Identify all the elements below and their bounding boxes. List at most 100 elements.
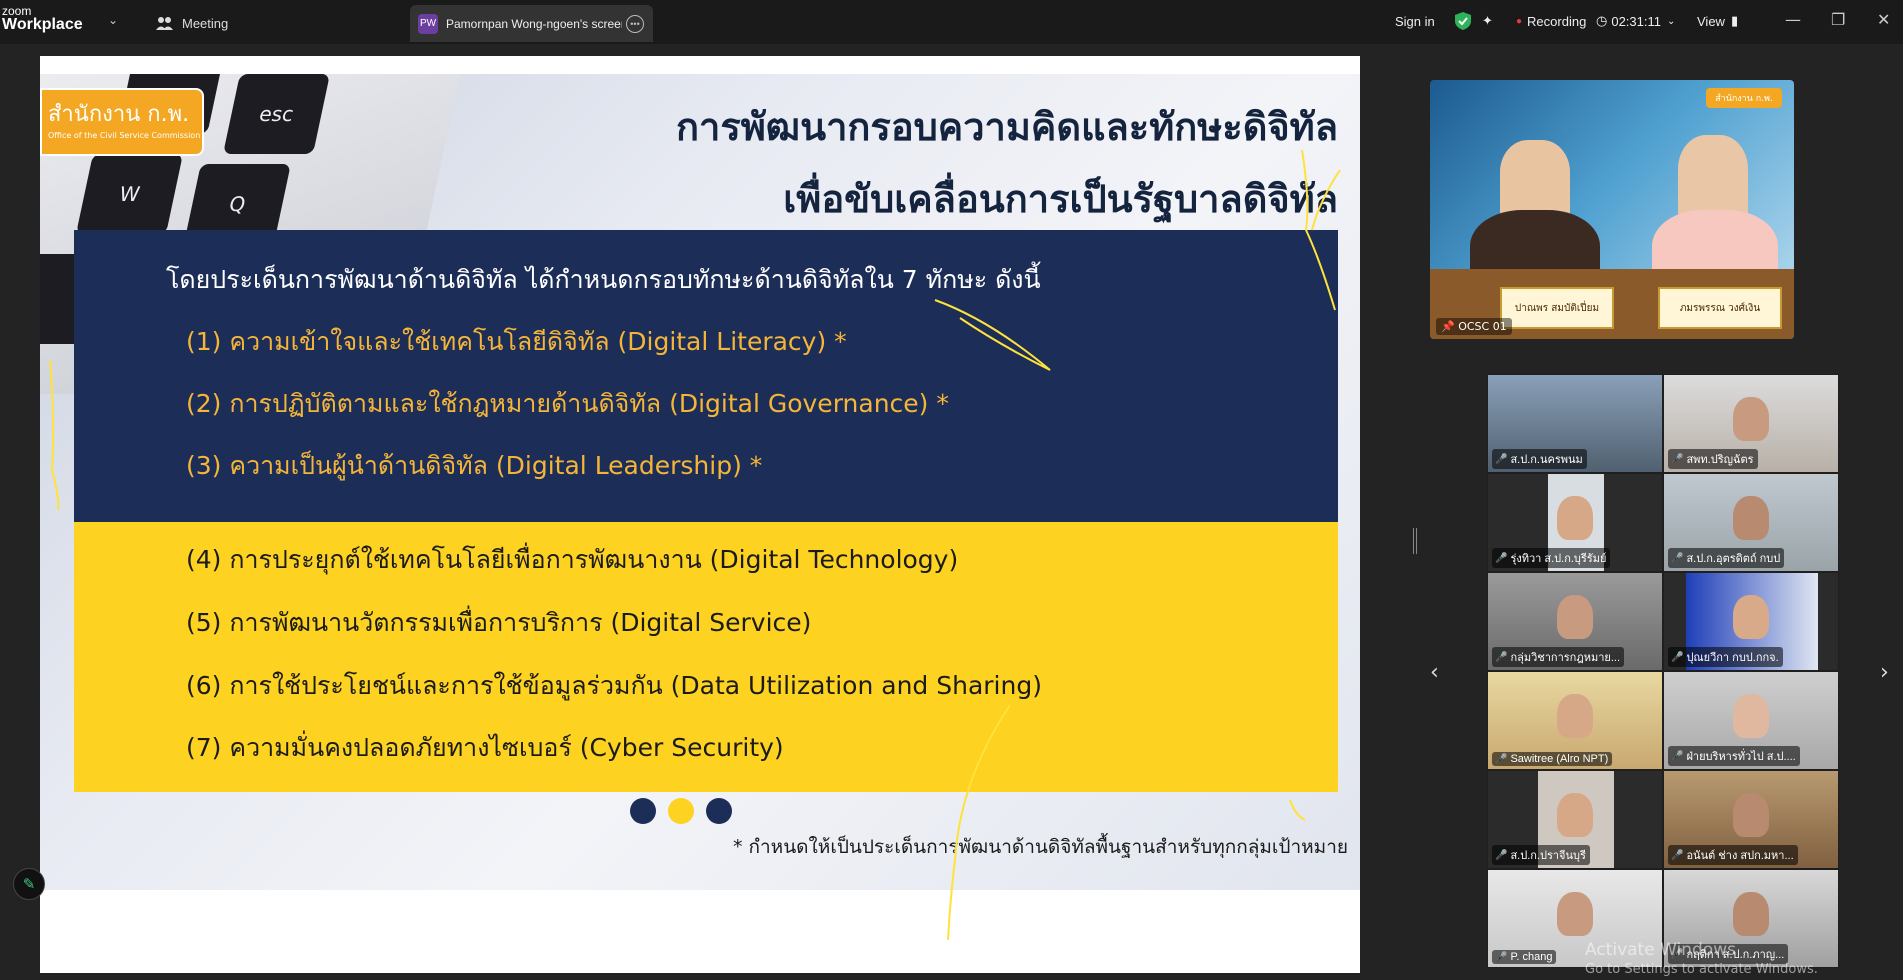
close-icon[interactable]: ✕ bbox=[1877, 10, 1890, 29]
pin-icon: 📌 bbox=[1441, 320, 1455, 333]
participant-tile[interactable]: 🎤 Sawitree (Alro NPT) bbox=[1487, 671, 1663, 770]
participant-name-label: 🎤 ฝ่ายบริหารทั่วไป ส.ป.... bbox=[1668, 746, 1800, 766]
participant-name: P. chang bbox=[1510, 951, 1553, 963]
top-bar: zoom Workplace ⌄ Meeting PW Pamornpan Wo… bbox=[0, 0, 1903, 44]
meeting-timer[interactable]: ◷ 02:31:11 ⌄ bbox=[1596, 10, 1675, 32]
participant-face bbox=[1733, 496, 1769, 540]
sign-in-label: Sign in bbox=[1395, 13, 1435, 29]
mic-muted-icon: 🎤 bbox=[1671, 552, 1684, 564]
shared-screen[interactable]: ! esc W Q dot สำนักงาน ก.พ. Office of th… bbox=[40, 56, 1360, 973]
more-options-icon[interactable]: ••• bbox=[626, 14, 644, 33]
slide-footnote: * กำหนดให้เป็นประเด็นการพัฒนาด้านดิจิทัล… bbox=[732, 836, 1348, 858]
activate-windows-title: Activate Windows bbox=[1585, 940, 1736, 960]
tab-meeting[interactable]: Meeting bbox=[156, 12, 228, 34]
participant-name-label: 🎤 ส.ป.ก.นครพนม bbox=[1492, 449, 1587, 469]
decorative-dot bbox=[630, 798, 656, 824]
mic-muted-icon: 🎤 bbox=[1495, 453, 1508, 465]
participant-face bbox=[1733, 793, 1769, 837]
mic-muted-icon: 🎤 bbox=[1495, 753, 1508, 765]
participant-tile[interactable]: 🎤 ปุณยวีกา กบป.กกจ. bbox=[1663, 572, 1839, 671]
nameplate-right: ภมรพรรณ วงศ์เงิน bbox=[1658, 287, 1782, 329]
participant-face bbox=[1557, 694, 1593, 738]
participant-tile[interactable]: 🎤 ฝ่ายบริหารทั่วไป ส.ป.... bbox=[1663, 671, 1839, 770]
participant-face bbox=[1557, 496, 1593, 540]
skill-item-3: (3) ความเป็นผู้นำด้านดิจิทัล (Digital Le… bbox=[186, 451, 763, 480]
video-logo: สำนักงาน ก.พ. bbox=[1706, 88, 1782, 108]
participant-name-label: 🎤 อนันต์ ช่าง สปก.มหา... bbox=[1668, 845, 1798, 865]
tab-meeting-label: Meeting bbox=[182, 15, 229, 31]
participant-name-label: 🎤 สพท.ปริญฉัตร bbox=[1668, 449, 1758, 469]
sparkle-icon[interactable]: ✦ bbox=[1482, 10, 1493, 32]
speaker-face bbox=[1678, 135, 1748, 220]
participant-name-label: 🎤 ส.ป.ก.ปราจีนบุรี bbox=[1492, 845, 1590, 865]
recording-dot-icon: ● bbox=[1516, 15, 1523, 27]
ocsc-logo-text: สำนักงาน ก.พ. bbox=[48, 102, 190, 127]
skill-item-1: (1) ความเข้าใจและใช้เทคโนโลยีดิจิทัล (Di… bbox=[186, 327, 847, 356]
decorative-dot bbox=[668, 798, 694, 824]
participant-name-label: 🎤 กลุ่มวิชาการกฎหมาย... bbox=[1492, 647, 1625, 667]
ocsc-logo: สำนักงาน ก.พ. Office of the Civil Servic… bbox=[40, 88, 204, 156]
mic-muted-icon: 🎤 bbox=[1495, 849, 1508, 861]
recording-label: Recording bbox=[1527, 13, 1587, 29]
participant-name: กลุ่มวิชาการกฎหมาย... bbox=[1510, 652, 1621, 664]
chevron-down-icon[interactable]: ⌄ bbox=[108, 13, 118, 27]
participant-name-label: 🎤 P. chang bbox=[1492, 950, 1557, 964]
zoom-logo[interactable]: zoom Workplace bbox=[2, 5, 83, 33]
speaker-video[interactable]: สำนักงาน ก.พ. ปาณพร สมบัติเปี่ยม ภมรพรรณ… bbox=[1430, 80, 1794, 339]
activate-windows-subtitle: Go to Settings to activate Windows. bbox=[1585, 962, 1818, 977]
tab-screen-share[interactable]: PW Pamornpan Wong-ngoen's screen ••• bbox=[410, 5, 653, 42]
participant-tile[interactable]: 🎤 ส.ป.ก.ปราจีนบุรี bbox=[1487, 770, 1663, 869]
annotate-pen-button[interactable]: ✎ bbox=[13, 868, 45, 900]
recording-indicator[interactable]: ● Recording bbox=[1516, 10, 1586, 32]
participant-face bbox=[1733, 595, 1769, 639]
sign-in-button[interactable]: Sign in bbox=[1395, 10, 1435, 32]
participant-name: ปุณยวีกา กบป.กกจ. bbox=[1686, 652, 1779, 664]
participants-icon bbox=[156, 17, 173, 30]
presenter-avatar: PW bbox=[418, 13, 438, 34]
mic-muted-icon: 🎤 bbox=[1671, 849, 1684, 861]
mic-muted-icon: 🎤 bbox=[1495, 651, 1508, 663]
participant-tile[interactable]: 🎤 รุ่งทิวา ส.ป.ก.บุรีรัมย์ bbox=[1487, 473, 1663, 572]
mic-muted-icon: 🎤 bbox=[1495, 951, 1508, 963]
participant-name: อนันต์ ช่าง สปก.มหา... bbox=[1686, 850, 1794, 862]
participant-tile[interactable]: 🎤 สพท.ปริญฉัตร bbox=[1663, 374, 1839, 473]
participant-face bbox=[1733, 892, 1769, 936]
nameplate-left: ปาณพร สมบัติเปี่ยม bbox=[1500, 287, 1614, 329]
view-label: View bbox=[1697, 13, 1725, 29]
participant-face bbox=[1557, 793, 1593, 837]
participant-name: รุ่งทิวา ส.ป.ก.บุรีรัมย์ bbox=[1510, 553, 1607, 565]
participant-face bbox=[1557, 892, 1593, 936]
chevron-left-icon[interactable]: ‹ bbox=[1430, 660, 1439, 685]
participant-tile[interactable]: 🎤 ส.ป.ก.อุตรดิตถ์ กบป bbox=[1663, 473, 1839, 572]
participant-name: Sawitree (Alro NPT) bbox=[1510, 753, 1609, 765]
participant-name: สพท.ปริญฉัตร bbox=[1686, 454, 1754, 466]
skill-item-5: (5) การพัฒนานวัตกรรมเพื่อการบริการ (Digi… bbox=[186, 608, 812, 637]
chevron-down-icon: ⌄ bbox=[1666, 15, 1676, 27]
minimize-icon[interactable]: — bbox=[1785, 10, 1801, 29]
decorative-dot bbox=[706, 798, 732, 824]
mic-muted-icon: 🎤 bbox=[1671, 750, 1684, 762]
participant-tile[interactable]: 🎤 กลุ่มวิชาการกฎหมาย... bbox=[1487, 572, 1663, 671]
restore-icon[interactable]: ❐ bbox=[1831, 10, 1845, 29]
mic-muted-icon: 🎤 bbox=[1495, 552, 1508, 564]
participant-face bbox=[1557, 595, 1593, 639]
participant-name: ส.ป.ก.อุตรดิตถ์ กบป bbox=[1686, 553, 1781, 565]
participant-face bbox=[1733, 397, 1769, 441]
participant-tile[interactable]: 🎤 อนันต์ ช่าง สปก.มหา... bbox=[1663, 770, 1839, 869]
skill-item-4: (4) การประยุกต์ใช้เทคโนโลยีเพื่อการพัฒนา… bbox=[186, 545, 959, 574]
participant-name-label: 🎤 รุ่งทิวา ส.ป.ก.บุรีรัมย์ bbox=[1492, 548, 1611, 568]
participant-tile[interactable]: 🎤 ส.ป.ก.นครพนม bbox=[1487, 374, 1663, 473]
video-name-label: 📌 OCSC 01 bbox=[1436, 318, 1512, 335]
mic-muted-icon: 🎤 bbox=[1671, 651, 1684, 663]
participant-name-label: 🎤 ปุณยวีกา กบป.กกจ. bbox=[1668, 647, 1783, 667]
chevron-right-icon[interactable]: › bbox=[1880, 660, 1889, 685]
mic-muted-icon: 🎤 bbox=[1671, 453, 1684, 465]
skill-item-6: (6) การใช้ประโยชน์และการใช้ข้อมูลร่วมกัน… bbox=[186, 671, 1042, 700]
shield-icon[interactable] bbox=[1455, 10, 1471, 32]
video-name: OCSC 01 bbox=[1458, 320, 1507, 333]
view-button[interactable]: View ▮ bbox=[1697, 10, 1738, 32]
skill-item-2: (2) การปฏิบัติตามและใช้กฎหมายด้านดิจิทัล… bbox=[186, 389, 949, 418]
panel-resize-handle[interactable] bbox=[1413, 528, 1417, 554]
participant-gallery: 🎤 ส.ป.ก.นครพนม 🎤 สพท.ปริญฉัตร 🎤 รุ่งทิวา ส.… bbox=[1487, 374, 1839, 968]
timer-value: 02:31:11 bbox=[1611, 13, 1661, 29]
